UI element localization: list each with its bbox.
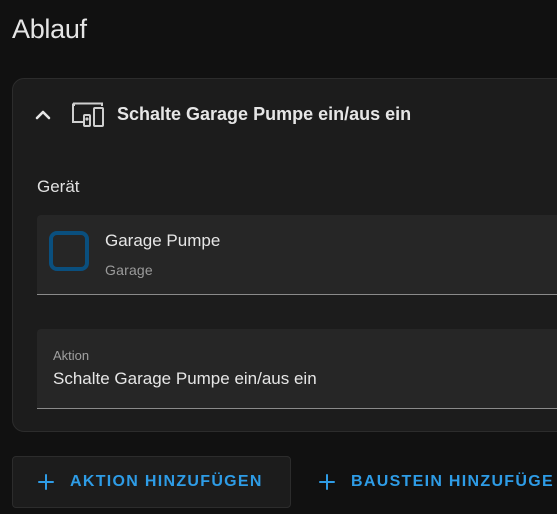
action-card-header[interactable]: Schalte Garage Pumpe ein/aus ein — [13, 79, 557, 151]
add-action-label: AKTION HINZUFÜGEN — [70, 473, 263, 490]
action-select-value: Schalte Garage Pumpe ein/aus ein — [53, 369, 317, 388]
plus-icon — [38, 474, 54, 490]
device-icon — [72, 102, 104, 127]
add-block-label: BAUSTEIN HINZUFÜGE — [351, 473, 554, 490]
add-block-button[interactable]: BAUSTEIN HINZUFÜGE — [306, 456, 554, 508]
chevron-up-icon[interactable] — [33, 105, 53, 125]
device-area: Garage — [105, 262, 153, 278]
action-title: Schalte Garage Pumpe ein/aus ein — [117, 104, 412, 124]
device-avatar — [49, 231, 89, 271]
device-picker[interactable]: Garage Pumpe Garage — [37, 215, 557, 295]
action-select[interactable]: Aktion Schalte Garage Pumpe ein/aus ein — [37, 329, 557, 409]
plus-icon — [319, 474, 335, 490]
page-title: Ablauf — [12, 14, 87, 44]
device-name: Garage Pumpe — [105, 231, 221, 250]
device-section-label: Gerät — [37, 177, 80, 196]
action-select-label: Aktion — [53, 348, 90, 363]
add-action-button[interactable]: AKTION HINZUFÜGEN — [12, 456, 291, 508]
action-card: Schalte Garage Pumpe ein/aus ein Gerät G… — [12, 78, 557, 432]
